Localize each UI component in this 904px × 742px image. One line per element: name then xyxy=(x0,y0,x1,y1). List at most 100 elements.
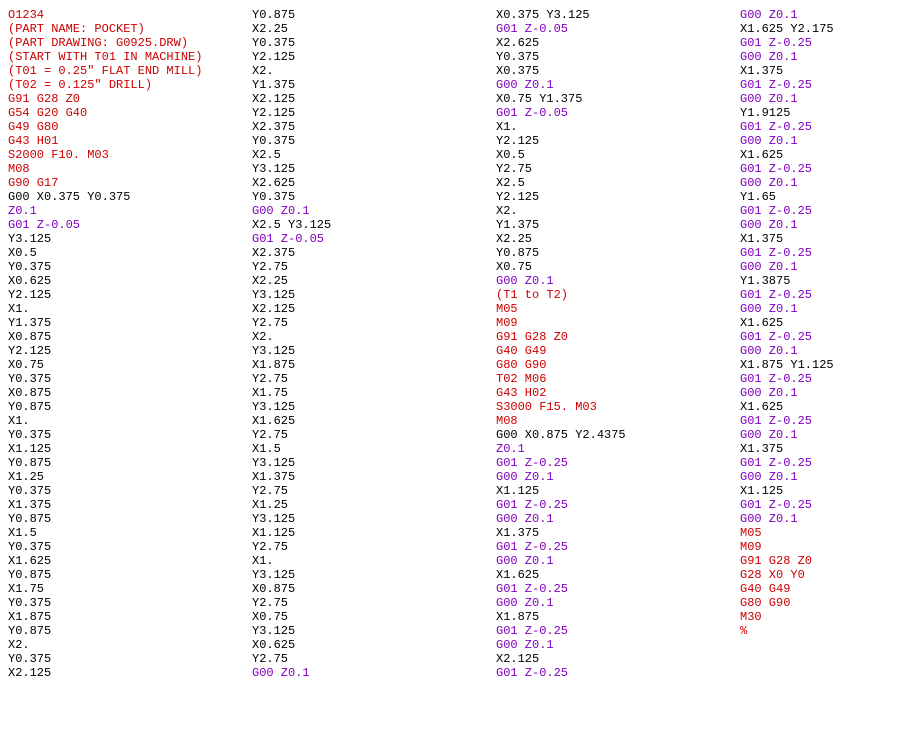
gcode-line: X1.375 xyxy=(740,64,900,78)
gcode-line: G00 Z0.1 xyxy=(496,78,740,92)
gcode-line: G00 Z0.1 xyxy=(496,596,740,610)
gcode-line: M05 xyxy=(496,302,740,316)
gcode-line: Y3.125 xyxy=(252,456,496,470)
gcode-line: G43 H02 xyxy=(496,386,740,400)
gcode-line: Y2.75 xyxy=(252,372,496,386)
gcode-line: X1.875 xyxy=(496,610,740,624)
gcode-line: X1.625 xyxy=(8,554,252,568)
gcode-line: X2.5 xyxy=(496,176,740,190)
gcode-line: G01 Z-0.25 xyxy=(740,498,900,512)
gcode-line: X0.625 xyxy=(8,274,252,288)
gcode-line: (PART NAME: POCKET) xyxy=(8,22,252,36)
gcode-line: G54 G20 G40 xyxy=(8,106,252,120)
gcode-line: X1.375 xyxy=(252,470,496,484)
gcode-line: M08 xyxy=(8,162,252,176)
gcode-line: X2.125 xyxy=(252,302,496,316)
gcode-line: X1.375 xyxy=(740,442,900,456)
gcode-line: G80 G90 xyxy=(740,596,900,610)
gcode-line: Y0.375 xyxy=(8,652,252,666)
gcode-line: X1.75 xyxy=(8,582,252,596)
gcode-line: Y0.375 xyxy=(8,596,252,610)
gcode-line: G00 Z0.1 xyxy=(496,470,740,484)
gcode-line: Y0.375 xyxy=(8,540,252,554)
gcode-line: Y1.375 xyxy=(496,218,740,232)
column-3: X0.375 Y3.125G01 Z-0.05X2.625Y0.375X0.37… xyxy=(496,8,740,680)
gcode-line: G01 Z-0.25 xyxy=(740,36,900,50)
gcode-line: (T1 to T2) xyxy=(496,288,740,302)
gcode-line: X2.25 xyxy=(252,22,496,36)
gcode-line: Y2.125 xyxy=(8,344,252,358)
gcode-line: G01 Z-0.25 xyxy=(496,624,740,638)
gcode-line: X1.375 xyxy=(740,232,900,246)
gcode-line: X1. xyxy=(8,414,252,428)
gcode-line: Y0.875 xyxy=(496,246,740,260)
gcode-line: X0.75 xyxy=(252,610,496,624)
gcode-line: M08 xyxy=(496,414,740,428)
gcode-line: X0.375 Y3.125 xyxy=(496,8,740,22)
gcode-line: G01 Z-0.25 xyxy=(740,162,900,176)
gcode-line: X1.625 xyxy=(740,400,900,414)
gcode-line: X1.125 xyxy=(252,526,496,540)
gcode-line: M09 xyxy=(740,540,900,554)
gcode-line: X1.125 xyxy=(496,484,740,498)
gcode-line: X2.125 xyxy=(8,666,252,680)
gcode-line: G00 Z0.1 xyxy=(496,512,740,526)
gcode-line: X2. xyxy=(252,330,496,344)
gcode-line: S3000 F15. M03 xyxy=(496,400,740,414)
gcode-line: Y0.875 xyxy=(8,400,252,414)
gcode-line: X2. xyxy=(496,204,740,218)
gcode-line: X1.875 xyxy=(252,358,496,372)
gcode-line: Y0.875 xyxy=(8,624,252,638)
gcode-line: G49 G80 xyxy=(8,120,252,134)
gcode-line: Y2.125 xyxy=(496,134,740,148)
gcode-line: Y0.875 xyxy=(252,8,496,22)
gcode-line: G40 G49 xyxy=(740,582,900,596)
gcode-line: Y3.125 xyxy=(252,400,496,414)
gcode-line: G00 Z0.1 xyxy=(740,176,900,190)
gcode-line: G00 Z0.1 xyxy=(740,50,900,64)
gcode-line: G00 X0.375 Y0.375 xyxy=(8,190,252,204)
gcode-line: Y1.9125 xyxy=(740,106,900,120)
gcode-line: X0.75 xyxy=(8,358,252,372)
gcode-line: X0.75 Y1.375 xyxy=(496,92,740,106)
gcode-line: X2.5 xyxy=(252,148,496,162)
gcode-line: X2.375 xyxy=(252,246,496,260)
gcode-line: Y0.375 xyxy=(252,134,496,148)
gcode-line: G00 Z0.1 xyxy=(740,260,900,274)
gcode-line: X1.25 xyxy=(252,498,496,512)
gcode-line: Y0.375 xyxy=(8,260,252,274)
gcode-line: G00 Z0.1 xyxy=(496,638,740,652)
gcode-line: G01 Z-0.25 xyxy=(740,330,900,344)
gcode-line: X1.625 Y2.175 xyxy=(740,22,900,36)
gcode-line: Y0.875 xyxy=(8,456,252,470)
gcode-line: Y2.125 xyxy=(8,288,252,302)
gcode-line: Y2.75 xyxy=(252,652,496,666)
gcode-line: G00 Z0.1 xyxy=(252,204,496,218)
gcode-line: X1.875 xyxy=(8,610,252,624)
gcode-line: X0.375 xyxy=(496,64,740,78)
gcode-line: T02 M06 xyxy=(496,372,740,386)
gcode-line: Y2.75 xyxy=(252,260,496,274)
gcode-line: G01 Z-0.25 xyxy=(496,666,740,680)
gcode-line: X1.625 xyxy=(252,414,496,428)
gcode-line: Y3.125 xyxy=(252,162,496,176)
gcode-line: G80 G90 xyxy=(496,358,740,372)
gcode-line: Y2.75 xyxy=(496,162,740,176)
gcode-line: X1.125 xyxy=(740,484,900,498)
gcode-line: X0.875 xyxy=(252,582,496,596)
gcode-line: Z0.1 xyxy=(496,442,740,456)
gcode-line: X2. xyxy=(252,64,496,78)
gcode-line: Y1.3875 xyxy=(740,274,900,288)
gcode-line: X0.5 xyxy=(496,148,740,162)
gcode-line: Y3.125 xyxy=(252,512,496,526)
gcode-line: X2.25 xyxy=(252,274,496,288)
gcode-line: X2.375 xyxy=(252,120,496,134)
gcode-line: G00 Z0.1 xyxy=(740,92,900,106)
gcode-line: X1.875 Y1.125 xyxy=(740,358,900,372)
gcode-line: Y2.75 xyxy=(252,484,496,498)
gcode-line: X1.375 xyxy=(496,526,740,540)
gcode-line: G00 Z0.1 xyxy=(740,302,900,316)
gcode-line: X0.625 xyxy=(252,638,496,652)
gcode-line: Y2.125 xyxy=(496,190,740,204)
gcode-line: M09 xyxy=(496,316,740,330)
